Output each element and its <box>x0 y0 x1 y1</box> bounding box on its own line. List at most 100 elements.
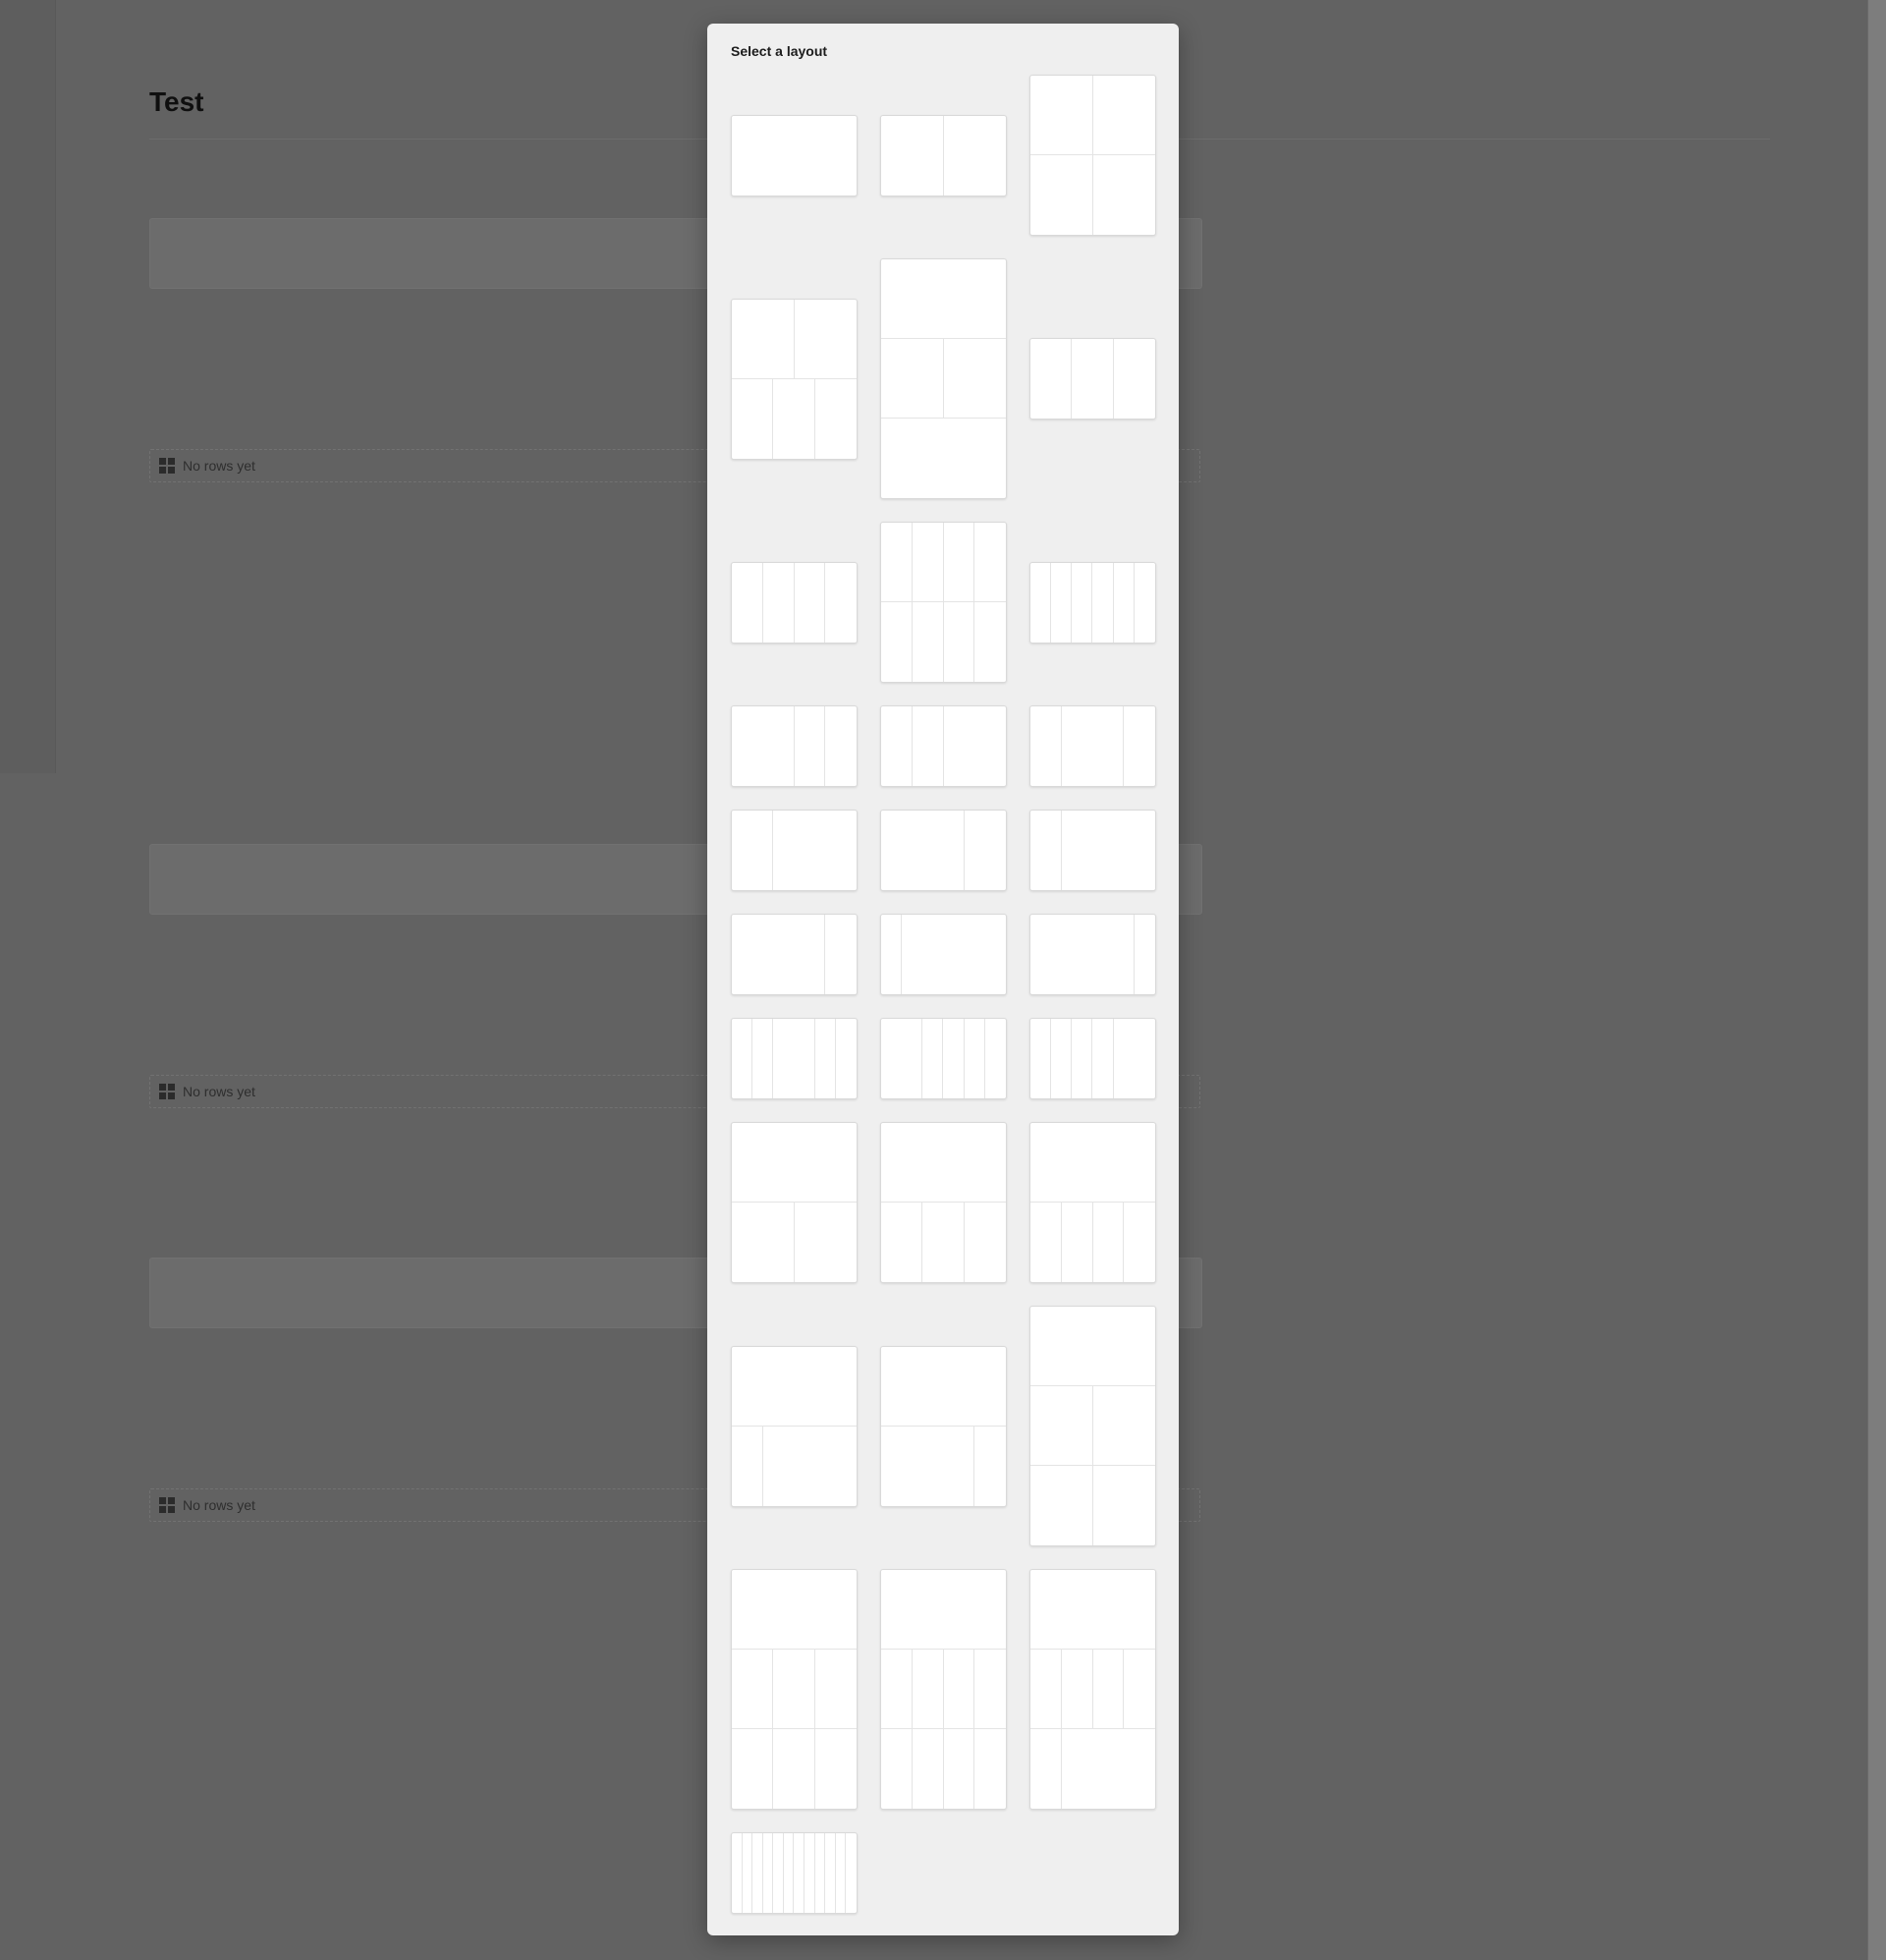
layout-cell <box>881 1019 923 1098</box>
layout-option-two-over-three[interactable] <box>731 298 858 460</box>
layout-cell <box>795 706 826 786</box>
layout-cell <box>732 562 763 643</box>
layout-cell <box>913 706 944 786</box>
layout-option-full-quarters-quarter-threequarters[interactable] <box>1029 1569 1156 1810</box>
layout-cell <box>881 706 913 786</box>
layout-option-full-quarters[interactable] <box>1029 1122 1156 1283</box>
layout-cell <box>732 1123 857 1203</box>
layout-cell <box>1124 706 1155 786</box>
layout-cell <box>1124 1203 1155 1282</box>
layout-cell <box>1051 1019 1073 1098</box>
layout-cell <box>1030 1123 1155 1203</box>
layout-cell <box>881 339 944 419</box>
layout-option-quarters-2rows[interactable] <box>880 522 1007 683</box>
layout-cell <box>912 523 944 602</box>
layout-cell <box>1030 339 1073 419</box>
layout-option-full-thirds-thirds[interactable] <box>731 1569 858 1810</box>
layout-option-thirds[interactable] <box>1029 338 1156 420</box>
layout-cell <box>985 1019 1006 1098</box>
layout-option-quarters[interactable] <box>731 561 858 644</box>
layout-cell <box>965 1019 985 1098</box>
layout-cell <box>1062 811 1155 890</box>
layout-cell <box>881 1347 1006 1427</box>
layout-option-fivesixths-sixth[interactable] <box>1029 914 1156 995</box>
page-scrollbar[interactable] <box>1867 0 1886 1960</box>
layout-cell <box>943 1650 975 1729</box>
layout-cell <box>1072 1019 1093 1098</box>
layout-option-s-s-s-s-l[interactable] <box>1029 1018 1156 1099</box>
layout-cell <box>1062 1203 1093 1282</box>
layout-option-quarter-quarter-half[interactable] <box>880 705 1007 787</box>
layout-cell <box>795 562 826 643</box>
layout-cell <box>732 1570 857 1650</box>
layout-option-full-halves-halves[interactable] <box>1029 1306 1156 1546</box>
layout-option-threequarters-quarter[interactable] <box>731 914 858 995</box>
layout-option-full-thirds[interactable] <box>880 1122 1007 1283</box>
layout-cell <box>1030 1386 1093 1466</box>
layout-cell <box>1124 1650 1155 1729</box>
layout-option-s-s-l-s-s[interactable] <box>731 1018 858 1099</box>
layout-cell <box>1030 811 1062 890</box>
layout-cell <box>732 378 774 459</box>
layout-option-full-threequarters-quarter[interactable] <box>880 1345 1007 1507</box>
layout-option-quarter-threequarters[interactable] <box>1029 810 1156 891</box>
layout-cell <box>881 602 913 682</box>
layout-cell <box>1030 1466 1093 1545</box>
layout-cell <box>773 378 815 459</box>
layout-cell <box>1072 339 1114 419</box>
layout-cell <box>814 1650 857 1729</box>
layout-cell <box>1092 76 1155 155</box>
layout-cell <box>1093 155 1156 235</box>
dialog-title: Select a layout <box>731 43 828 59</box>
layout-cell <box>881 915 903 994</box>
layout-cell <box>732 1650 774 1729</box>
layout-option-halves[interactable] <box>880 114 1007 196</box>
layout-cell <box>1093 1466 1156 1545</box>
layout-option-twelfths[interactable] <box>731 1832 858 1914</box>
layout-cell <box>881 1426 975 1506</box>
layout-cell <box>794 300 857 379</box>
layout-option-full-halves[interactable] <box>731 1122 858 1283</box>
layout-option-full-halves-full[interactable] <box>880 258 1007 499</box>
layout-option-half-quarter-quarter[interactable] <box>731 705 858 787</box>
layout-cell <box>1030 1729 1062 1809</box>
layout-option-full-quarters-quarters[interactable] <box>880 1569 1007 1810</box>
layout-cell <box>1092 1650 1125 1729</box>
layout-cell <box>1030 1307 1155 1386</box>
layout-option-sixth-fivesixths[interactable] <box>880 914 1007 995</box>
layout-option-twothirds-third[interactable] <box>880 810 1007 891</box>
layout-cell <box>1062 706 1125 786</box>
layout-cell <box>881 1123 1006 1203</box>
layout-cell <box>846 1833 857 1913</box>
layout-cell <box>944 602 975 682</box>
layout-cell <box>1030 1203 1062 1282</box>
layout-cell <box>1051 562 1073 643</box>
layout-option-full-quarter-threequarters[interactable] <box>731 1345 858 1507</box>
layout-cell <box>1072 562 1093 643</box>
layout-cell <box>944 1019 965 1098</box>
layout-cell <box>1061 1650 1093 1729</box>
layout-option-l-s-s-s-s[interactable] <box>880 1018 1007 1099</box>
layout-cell <box>1030 562 1052 643</box>
layout-cell <box>1030 155 1093 235</box>
empty-rows-label: No rows yet <box>183 1497 255 1513</box>
layout-cell <box>1114 1019 1155 1098</box>
layout-cell <box>743 1833 753 1913</box>
layout-option-third-twothirds[interactable] <box>731 810 858 891</box>
layout-option-quad[interactable] <box>1029 75 1156 236</box>
layout-option-full[interactable] <box>731 114 858 196</box>
layout-cell <box>732 706 795 786</box>
layout-option-quarter-half-quarter[interactable] <box>1029 705 1156 787</box>
layout-cell <box>974 1427 1006 1506</box>
layout-cell <box>944 1729 975 1809</box>
grid-layout-icon <box>159 1497 175 1513</box>
layout-cell <box>1114 339 1155 419</box>
layout-option-sixths[interactable] <box>1029 561 1156 644</box>
layout-cell <box>1135 915 1155 994</box>
layout-cell <box>1030 76 1093 155</box>
layout-cell <box>881 1570 1006 1650</box>
layout-cell <box>732 915 826 994</box>
layout-cell <box>943 523 975 602</box>
layout-cell <box>732 1019 753 1098</box>
layout-cell <box>965 811 1006 890</box>
